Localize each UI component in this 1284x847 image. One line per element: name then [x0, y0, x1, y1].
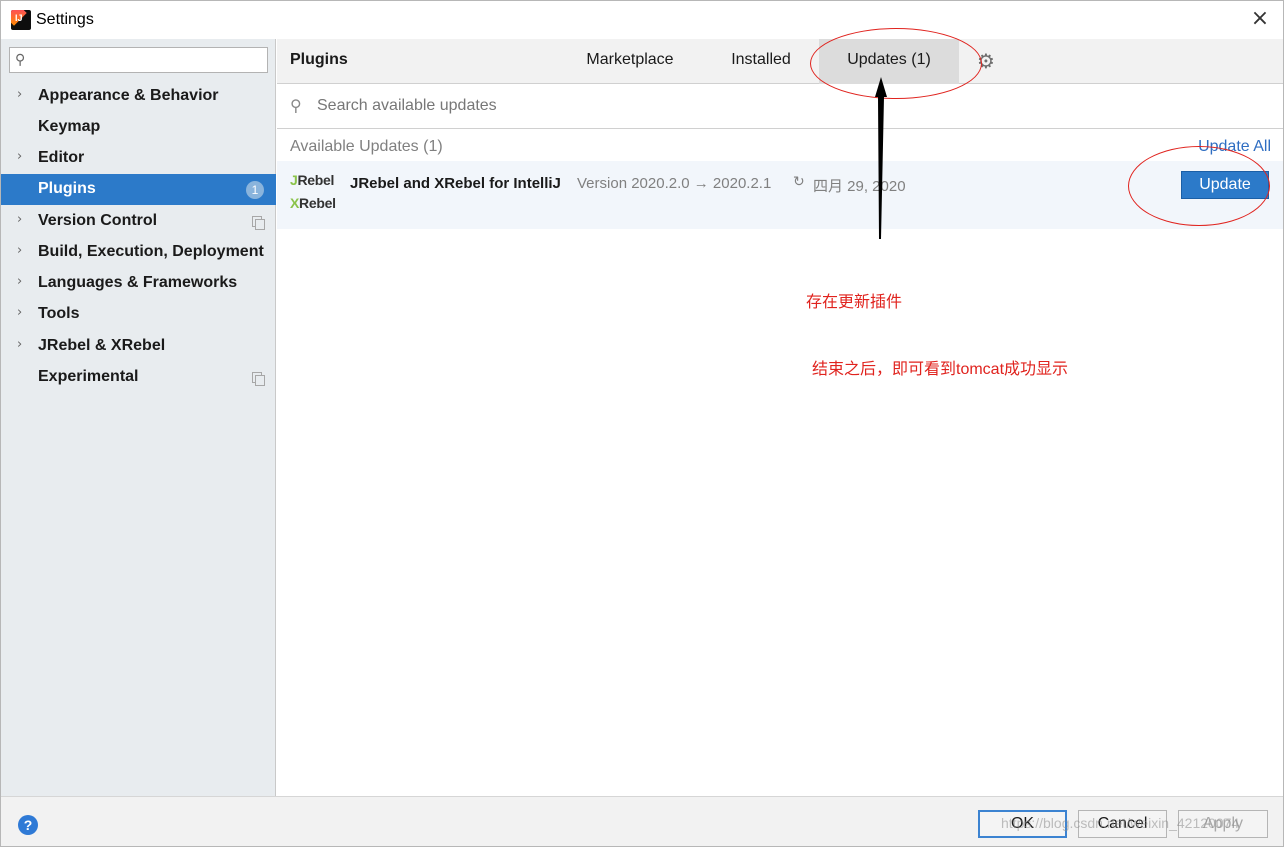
plugins-panel: Plugins Marketplace Installed Updates (1… [277, 39, 1283, 796]
annotation-note-after-finish: 结束之后，即可看到tomcat成功显示 [812, 361, 1069, 378]
watermark-text: https://blog.csdn.net/weixin_42120074 [1001, 815, 1240, 831]
chevron-right-icon: › [17, 274, 23, 289]
sidebar-item-experimental[interactable]: Experimental [1, 362, 276, 393]
sidebar-item-editor[interactable]: › Editor [1, 143, 276, 174]
dialog-footer: ? OK Cancel Apply https://blog.csdn.net/… [1, 796, 1283, 846]
close-icon[interactable]: × [1249, 8, 1271, 31]
plugins-header: Plugins Marketplace Installed Updates (1… [277, 39, 1283, 84]
search-icon: ⚲ [15, 52, 26, 68]
updates-search-bar[interactable]: ⚲ [277, 85, 1283, 129]
refresh-icon: ↻ [793, 174, 805, 190]
xrebel-logo: XRebel [290, 195, 336, 211]
plugin-name: JRebel and XRebel for IntelliJ [350, 175, 561, 192]
sidebar-item-languages-frameworks[interactable]: › Languages & Frameworks [1, 268, 276, 299]
settings-window: Settings × ⚲ › Appearance & Behavior Key… [0, 0, 1284, 847]
search-icon: ⚲ [290, 96, 302, 115]
available-updates-header: Available Updates (1) [290, 138, 443, 155]
sidebar-item-version-control[interactable]: › Version Control [1, 206, 276, 237]
chevron-right-icon: › [17, 243, 23, 258]
help-icon[interactable]: ? [18, 815, 38, 835]
tab-installed[interactable]: Installed [709, 39, 813, 84]
sidebar-item-build-execution-deployment[interactable]: › Build, Execution, Deployment [1, 237, 276, 268]
sidebar-item-keymap[interactable]: Keymap [1, 112, 276, 143]
tab-updates[interactable]: Updates (1) [819, 39, 959, 84]
plugin-list-item[interactable]: JRebel XRebel JRebel and XRebel for Inte… [277, 161, 1283, 229]
chevron-right-icon: › [17, 87, 23, 102]
project-settings-icon [252, 372, 265, 386]
chevron-right-icon: › [17, 212, 23, 227]
updates-search-input[interactable] [317, 95, 917, 117]
gear-icon[interactable]: ⚙ [977, 49, 995, 73]
sidebar-search[interactable]: ⚲ [9, 47, 268, 73]
sidebar-item-plugins[interactable]: Plugins 1 [1, 174, 276, 205]
page-title: Plugins [290, 51, 348, 68]
update-all-link[interactable]: Update All [1198, 138, 1271, 156]
chevron-right-icon: › [17, 337, 23, 352]
sidebar-item-jrebel-xrebel[interactable]: › JRebel & XRebel [1, 331, 276, 362]
settings-sidebar: ⚲ › Appearance & Behavior Keymap › Edito… [1, 39, 276, 796]
plugin-version: Version 2020.2.0 → 2020.2.1 [577, 175, 772, 192]
jrebel-logo: JRebel [290, 172, 335, 188]
sidebar-search-input[interactable] [36, 51, 261, 69]
update-button[interactable]: Update [1181, 171, 1269, 199]
intellij-app-icon [11, 10, 31, 30]
sidebar-item-appearance-behavior[interactable]: › Appearance & Behavior [1, 81, 276, 112]
sidebar-item-tools[interactable]: › Tools [1, 299, 276, 330]
title-bar: Settings × [1, 1, 1283, 39]
plugin-date: 四月 29, 2020 [813, 178, 906, 195]
project-settings-icon [252, 216, 265, 230]
annotation-note-update-exists: 存在更新插件 [806, 294, 903, 311]
tab-marketplace[interactable]: Marketplace [573, 39, 687, 84]
chevron-right-icon: › [17, 305, 23, 320]
window-title: Settings [36, 11, 94, 28]
chevron-right-icon: › [17, 149, 23, 164]
plugins-update-badge: 1 [246, 181, 264, 199]
